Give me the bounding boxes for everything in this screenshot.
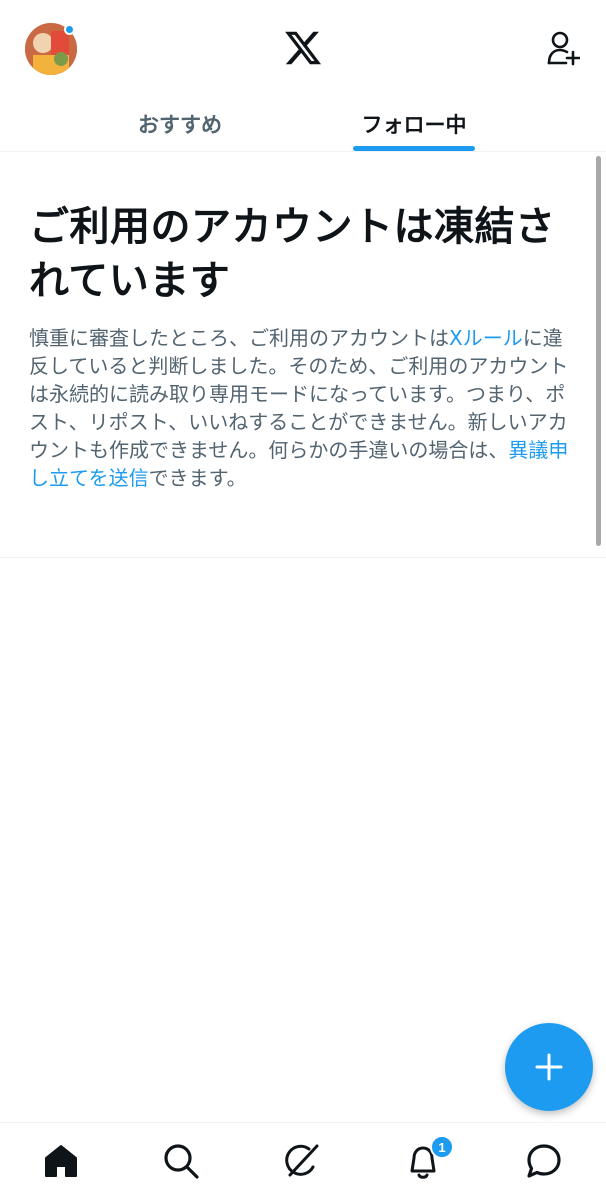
notification-badge: 1 [430,1135,454,1159]
home-icon[interactable] [41,1141,81,1181]
avatar-status-dot [64,24,75,35]
tab-following-label: フォロー中 [361,112,467,137]
notice-body: 慎重に審査したところ、ご利用のアカウントはXルールに違反していると判断しました。… [29,324,577,492]
messages-icon[interactable] [524,1141,564,1181]
bottom-nav: 1 [0,1122,606,1200]
compose-button[interactable] [505,1023,593,1111]
top-bar [0,0,606,96]
search-icon[interactable] [161,1141,201,1181]
plus-icon [535,1053,563,1081]
grok-icon[interactable] [281,1141,321,1181]
notice-title: ご利用のアカウントは凍結されています [29,204,556,304]
tab-recommended[interactable]: おすすめ [90,96,270,151]
tab-following[interactable]: フォロー中 [324,96,504,151]
x-logo-icon[interactable] [283,28,323,68]
add-user-icon[interactable] [546,30,581,66]
timeline-tabs: おすすめ フォロー中 [0,96,606,152]
suspension-notice: ご利用のアカウントは凍結されています 慎重に審査したところ、ご利用のアカウントは… [0,152,606,558]
scrollbar[interactable] [596,156,601,546]
x-rules-link[interactable]: Xルール [449,326,523,350]
notice-text-3: できます。 [148,466,247,490]
notice-text-1: 慎重に審査したところ、ご利用のアカウントは [29,326,449,350]
app-root: おすすめ フォロー中 ご利用のアカウントは凍結されています 慎重に審査したところ… [0,0,606,1200]
active-tab-indicator [353,146,475,151]
tab-recommended-label: おすすめ [138,112,222,137]
